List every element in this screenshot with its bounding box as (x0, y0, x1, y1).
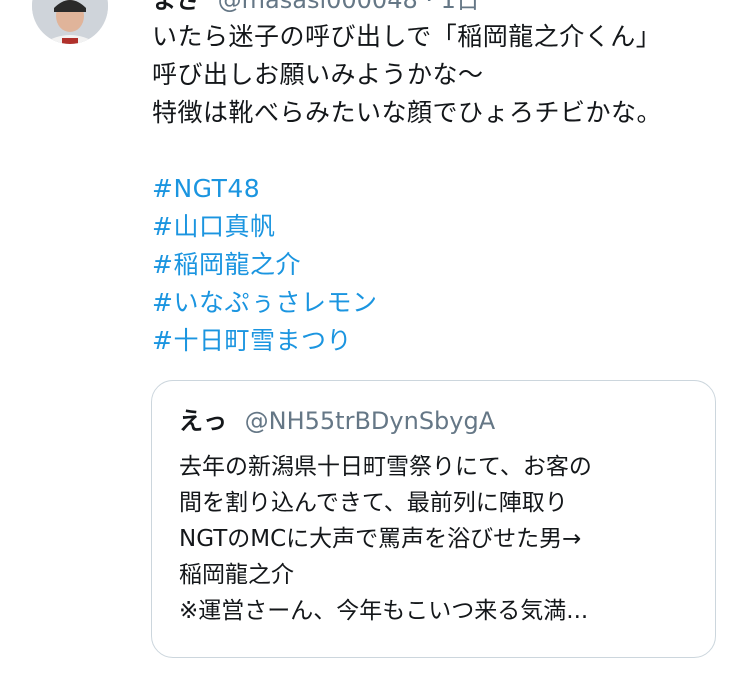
quoted-text-line: 稲岡龍之介 (179, 562, 294, 588)
quoted-tweet-card[interactable]: えっ @NH55trBDynSbygA 去年の新潟県十日町雪祭りにて、お客の 間… (151, 380, 716, 658)
hashtag-link[interactable]: #十日町雪まつり (152, 322, 712, 360)
author-avatar[interactable] (32, 0, 108, 44)
quoted-text-line: NGTのMCに大声で罵声を浴びせた男→ (179, 526, 582, 552)
author-handle[interactable]: @masasi000048 · 1日 (218, 0, 480, 14)
hashtag-link[interactable]: #NGT48 (152, 170, 712, 208)
quoted-display-name: えっ (179, 407, 227, 435)
hashtag-link[interactable]: #山口真帆 (152, 208, 712, 246)
author-display-name[interactable]: まさ (152, 0, 200, 14)
tweet-body: いたら迷子の呼び出しで「稲岡龍之介くん」 呼び出しお願いみようかな〜 特徴は靴べ… (152, 18, 712, 360)
quoted-text-line: 去年の新潟県十日町雪祭りにて、お客の (179, 454, 592, 480)
tweet-text-line: いたら迷子の呼び出しで「稲岡龍之介くん」 (152, 22, 662, 51)
hashtag-link[interactable]: #稲岡龍之介 (152, 246, 712, 284)
quoted-tweet-body: 去年の新潟県十日町雪祭りにて、お客の 間を割り込んできて、最前列に陣取り NGT… (179, 449, 699, 629)
quoted-handle: @NH55trBDynSbygA (244, 407, 496, 435)
quoted-tweet-header: えっ @NH55trBDynSbygA (179, 401, 495, 436)
tweet-text-line: 特徴は靴べらみたいな顔でひょろチビかな。 (152, 98, 663, 127)
quoted-text-line: ※運営さーん、今年もこいつ来る気満... (179, 598, 589, 624)
tweet-author-header: まさ @masasi000048 · 1日 (152, 0, 480, 14)
tweet-text-line: 呼び出しお願いみようかな〜 (152, 60, 484, 89)
quoted-text-line: 間を割り込んできて、最前列に陣取り (179, 490, 568, 516)
avatar-photo (32, 0, 108, 44)
hashtag-link[interactable]: #いなぷぅさレモン (152, 284, 712, 322)
